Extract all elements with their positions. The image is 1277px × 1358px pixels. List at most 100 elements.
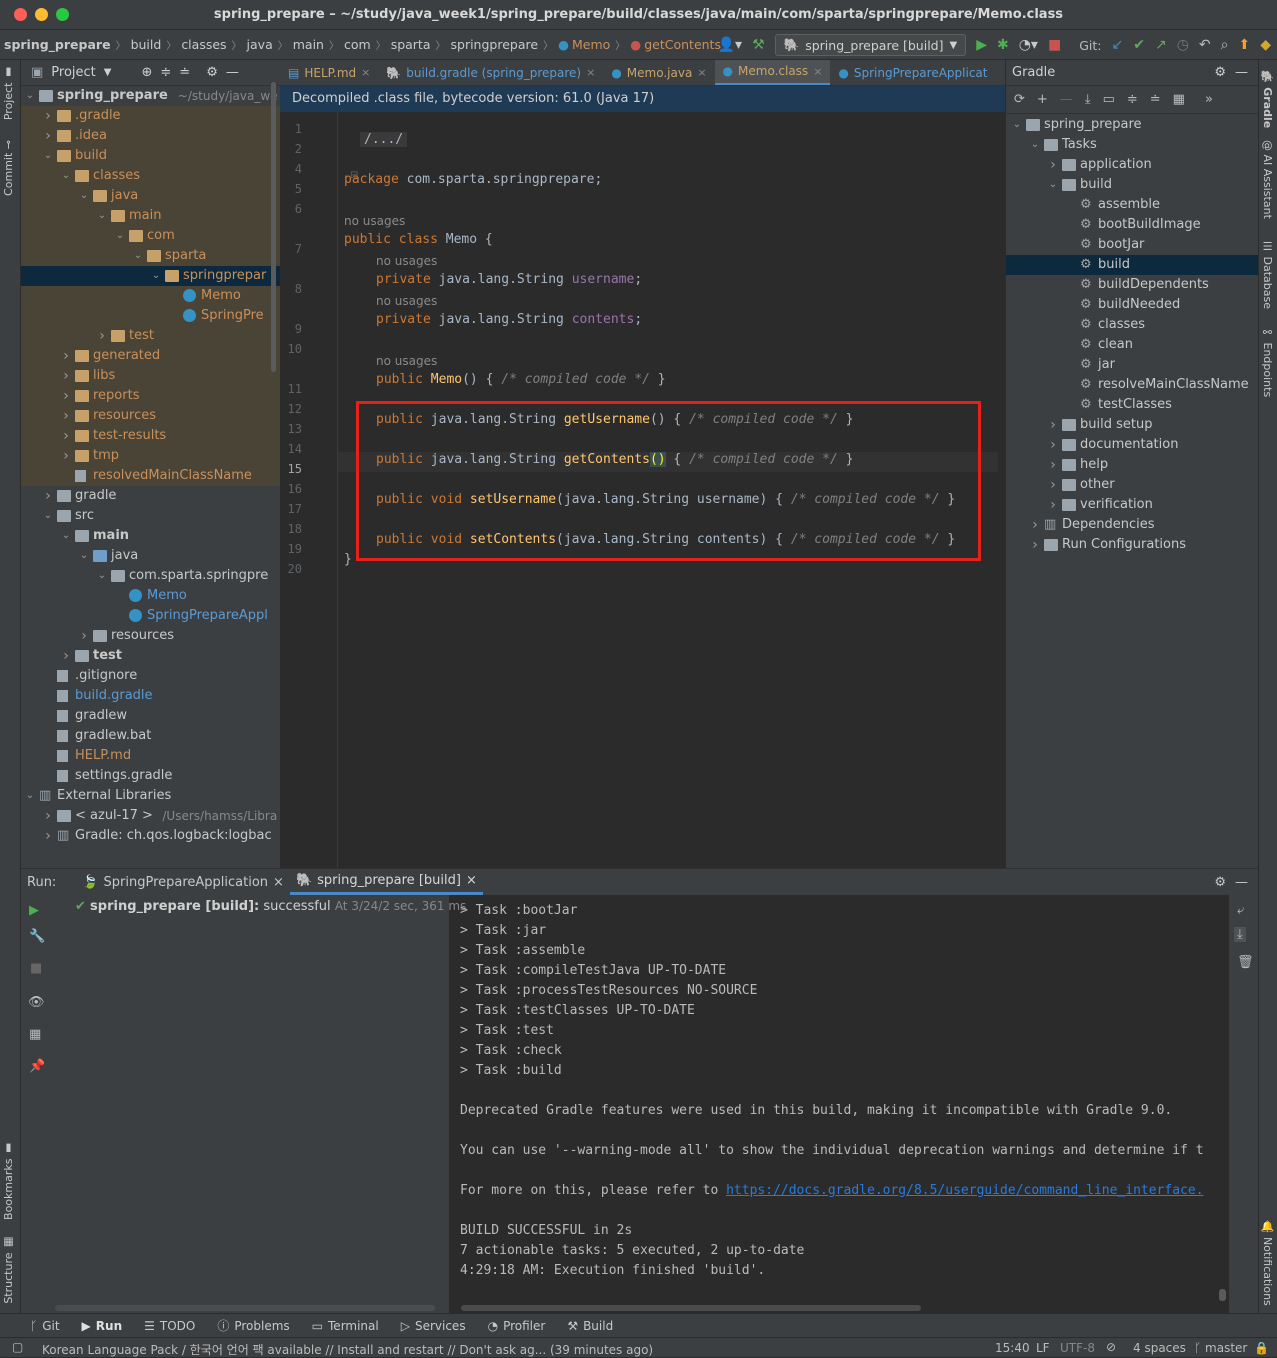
structure-tool-tab[interactable]: Structure ▦: [2, 1236, 15, 1304]
readonly-lock-icon[interactable]: ⊘: [1106, 1340, 1116, 1354]
tree-item-gitignore[interactable]: .gitignore: [21, 666, 280, 686]
tree-item-buildneeded[interactable]: ⚙ buildNeeded: [1006, 295, 1258, 315]
more-icon[interactable]: »: [1205, 92, 1213, 107]
tree-item-java[interactable]: ⌄ java: [21, 546, 280, 566]
chevron-right-icon[interactable]: ›: [1030, 515, 1040, 535]
tree-item-builddependents[interactable]: ⚙ buildDependents: [1006, 275, 1258, 295]
tree-item-main[interactable]: ⌄ main: [21, 206, 280, 226]
breadcrumb-item[interactable]: spring_prepare: [4, 37, 111, 52]
tree-item-gradlew[interactable]: gradlew: [21, 706, 280, 726]
project-tool-tab[interactable]: Project ▮: [2, 66, 15, 120]
chevron-down-icon[interactable]: ⌄: [25, 86, 35, 106]
tree-item-build[interactable]: ⌄ build: [21, 146, 280, 166]
chevron-right-icon[interactable]: ›: [1048, 475, 1058, 495]
run-tab[interactable]: 🐘 spring_prepare [build] ×: [289, 869, 483, 895]
bottom-tab-git[interactable]: ᚴ Git: [30, 1319, 60, 1333]
tree-item-build-gradle[interactable]: build.gradle: [21, 686, 280, 706]
status-message[interactable]: Korean Language Pack / 한국어 언어 팩 availabl…: [42, 1341, 653, 1358]
close-tab-icon[interactable]: ×: [361, 66, 370, 79]
bottom-tab-profiler[interactable]: ◔ Profiler: [488, 1319, 546, 1333]
dependencies-icon[interactable]: ▦: [1173, 92, 1185, 107]
ai-assistant-icon[interactable]: ◆: [1260, 38, 1271, 52]
chevron-down-icon[interactable]: ⌄: [43, 146, 53, 166]
tree-item-springpre[interactable]: SpringPre: [21, 306, 280, 326]
project-scrollbar[interactable]: [271, 82, 276, 372]
tree-item-idea[interactable]: › .idea: [21, 126, 280, 146]
tab-help-md[interactable]: ▤ HELP.md ×: [280, 60, 378, 85]
bottom-tab-todo[interactable]: ☰ TODO: [144, 1319, 195, 1333]
docs-link[interactable]: https://docs.gradle.org/8.5/userguide/co…: [726, 1183, 1203, 1198]
chevron-down-icon[interactable]: ⌄: [115, 226, 125, 246]
tree-item-gradle[interactable]: › gradle: [21, 486, 280, 506]
chevron-right-icon[interactable]: ›: [1048, 435, 1058, 455]
chevron-right-icon[interactable]: ›: [61, 406, 71, 426]
tree-item-resolvemainclassname[interactable]: ⚙ resolveMainClassName: [1006, 375, 1258, 395]
chevron-right-icon[interactable]: ›: [61, 346, 71, 366]
tab-springprepareapplicat[interactable]: ● SpringPrepareApplicat: [830, 60, 995, 85]
tree-item-main[interactable]: ⌄ main: [21, 526, 280, 546]
add-icon[interactable]: +: [1037, 92, 1048, 107]
tree-item-gradle[interactable]: › .gradle: [21, 106, 280, 126]
update-icon[interactable]: ⬆: [1238, 38, 1250, 52]
breadcrumb-item[interactable]: 〉 java: [227, 37, 273, 52]
breadcrumb-item[interactable]: 〉 main: [273, 37, 324, 52]
run-icon[interactable]: ▶: [976, 38, 987, 52]
layout-icon[interactable]: ▦: [29, 1027, 41, 1042]
chevron-right-icon[interactable]: ›: [43, 126, 53, 146]
chevron-right-icon[interactable]: ›: [43, 106, 53, 126]
tree-item-settings-gradle[interactable]: settings.gradle: [21, 766, 280, 786]
git-push-icon[interactable]: ↗: [1155, 38, 1167, 52]
panel-toggle-icon[interactable]: ▢: [12, 1340, 23, 1354]
search-icon[interactable]: ⌕: [1221, 38, 1229, 52]
scroll-to-end-icon[interactable]: ⤓: [1234, 927, 1246, 942]
eye-icon[interactable]: 👁: [28, 995, 45, 1010]
stop-icon[interactable]: ■: [30, 961, 42, 976]
chevron-right-icon[interactable]: ›: [1048, 415, 1058, 435]
chevron-right-icon[interactable]: ›: [61, 426, 71, 446]
chevron-right-icon[interactable]: ›: [1030, 535, 1040, 555]
tree-item-com-sparta-springpre[interactable]: ⌄ com.sparta.springpre: [21, 566, 280, 586]
tree-item-resolvedmainclassname[interactable]: resolvedMainClassName: [21, 466, 280, 486]
tab-memo-java[interactable]: ● Memo.java ×: [603, 60, 714, 85]
chevron-right-icon[interactable]: ›: [1048, 495, 1058, 515]
chevron-right-icon[interactable]: ›: [97, 326, 107, 346]
tree-item-tmp[interactable]: › tmp: [21, 446, 280, 466]
project-panel-title[interactable]: Project: [51, 65, 95, 80]
breadcrumb-item[interactable]: 〉 build: [111, 37, 162, 52]
bottom-tab-problems[interactable]: ⓘ Problems: [217, 1317, 289, 1334]
tree-item-assemble[interactable]: ⚙ assemble: [1006, 195, 1258, 215]
console-output[interactable]: > Task :bootJar > Task :jar > Task :assemb…: [450, 895, 1217, 1300]
download-icon[interactable]: ⤓: [1085, 92, 1091, 107]
tree-item-help[interactable]: › help: [1006, 455, 1258, 475]
tree-item-java[interactable]: ⌄ java: [21, 186, 280, 206]
folded-comment[interactable]: /.../: [360, 132, 408, 147]
tree-item-help-md[interactable]: HELP.md: [21, 746, 280, 766]
console-vertical-scrollbar[interactable]: [1219, 1289, 1226, 1301]
tree-item-verification[interactable]: › verification: [1006, 495, 1258, 515]
tree-item-spring-prepare[interactable]: ⌄ spring_prepare ~/study/java_we: [21, 86, 280, 106]
chevron-right-icon[interactable]: ›: [61, 386, 71, 406]
line-separator[interactable]: LF: [1036, 1341, 1050, 1355]
tree-item-classes[interactable]: ⚙ classes: [1006, 315, 1258, 335]
tab-overflow-button[interactable]: ⌄: [995, 60, 1005, 85]
notifications-tool-tab[interactable]: 🔔 Notifications: [1261, 1220, 1274, 1306]
git-update-icon[interactable]: ↙: [1111, 38, 1123, 52]
breadcrumb-item[interactable]: 〉 com: [324, 37, 371, 52]
tree-item-resources[interactable]: › resources: [21, 406, 280, 426]
tree-item-bootbuildimage[interactable]: ⚙ bootBuildImage: [1006, 215, 1258, 235]
tree-horizontal-scrollbar[interactable]: [55, 1305, 435, 1311]
execute-task-icon[interactable]: ▭: [1103, 92, 1115, 107]
stop-icon[interactable]: ■: [1048, 38, 1061, 52]
tree-item-springprepareappl[interactable]: SpringPrepareAppl: [21, 606, 280, 626]
chevron-down-icon[interactable]: ⌄: [151, 266, 161, 286]
tree-item-test[interactable]: › test: [21, 326, 280, 346]
tree-item-build[interactable]: ⚙ build: [1006, 255, 1258, 275]
ai-assistant-tool-tab[interactable]: @ AI Assistant: [1261, 140, 1274, 219]
chevron-down-icon[interactable]: ⌄: [61, 166, 71, 186]
fold-icon[interactable]: ⊟: [350, 170, 358, 181]
chevron-right-icon[interactable]: ›: [1048, 155, 1058, 175]
console-horizontal-scrollbar[interactable]: [461, 1305, 921, 1311]
tree-item-src[interactable]: ⌄ src: [21, 506, 280, 526]
coverage-icon[interactable]: ◔▾: [1019, 38, 1038, 52]
chevron-down-icon[interactable]: ⌄: [133, 246, 143, 266]
